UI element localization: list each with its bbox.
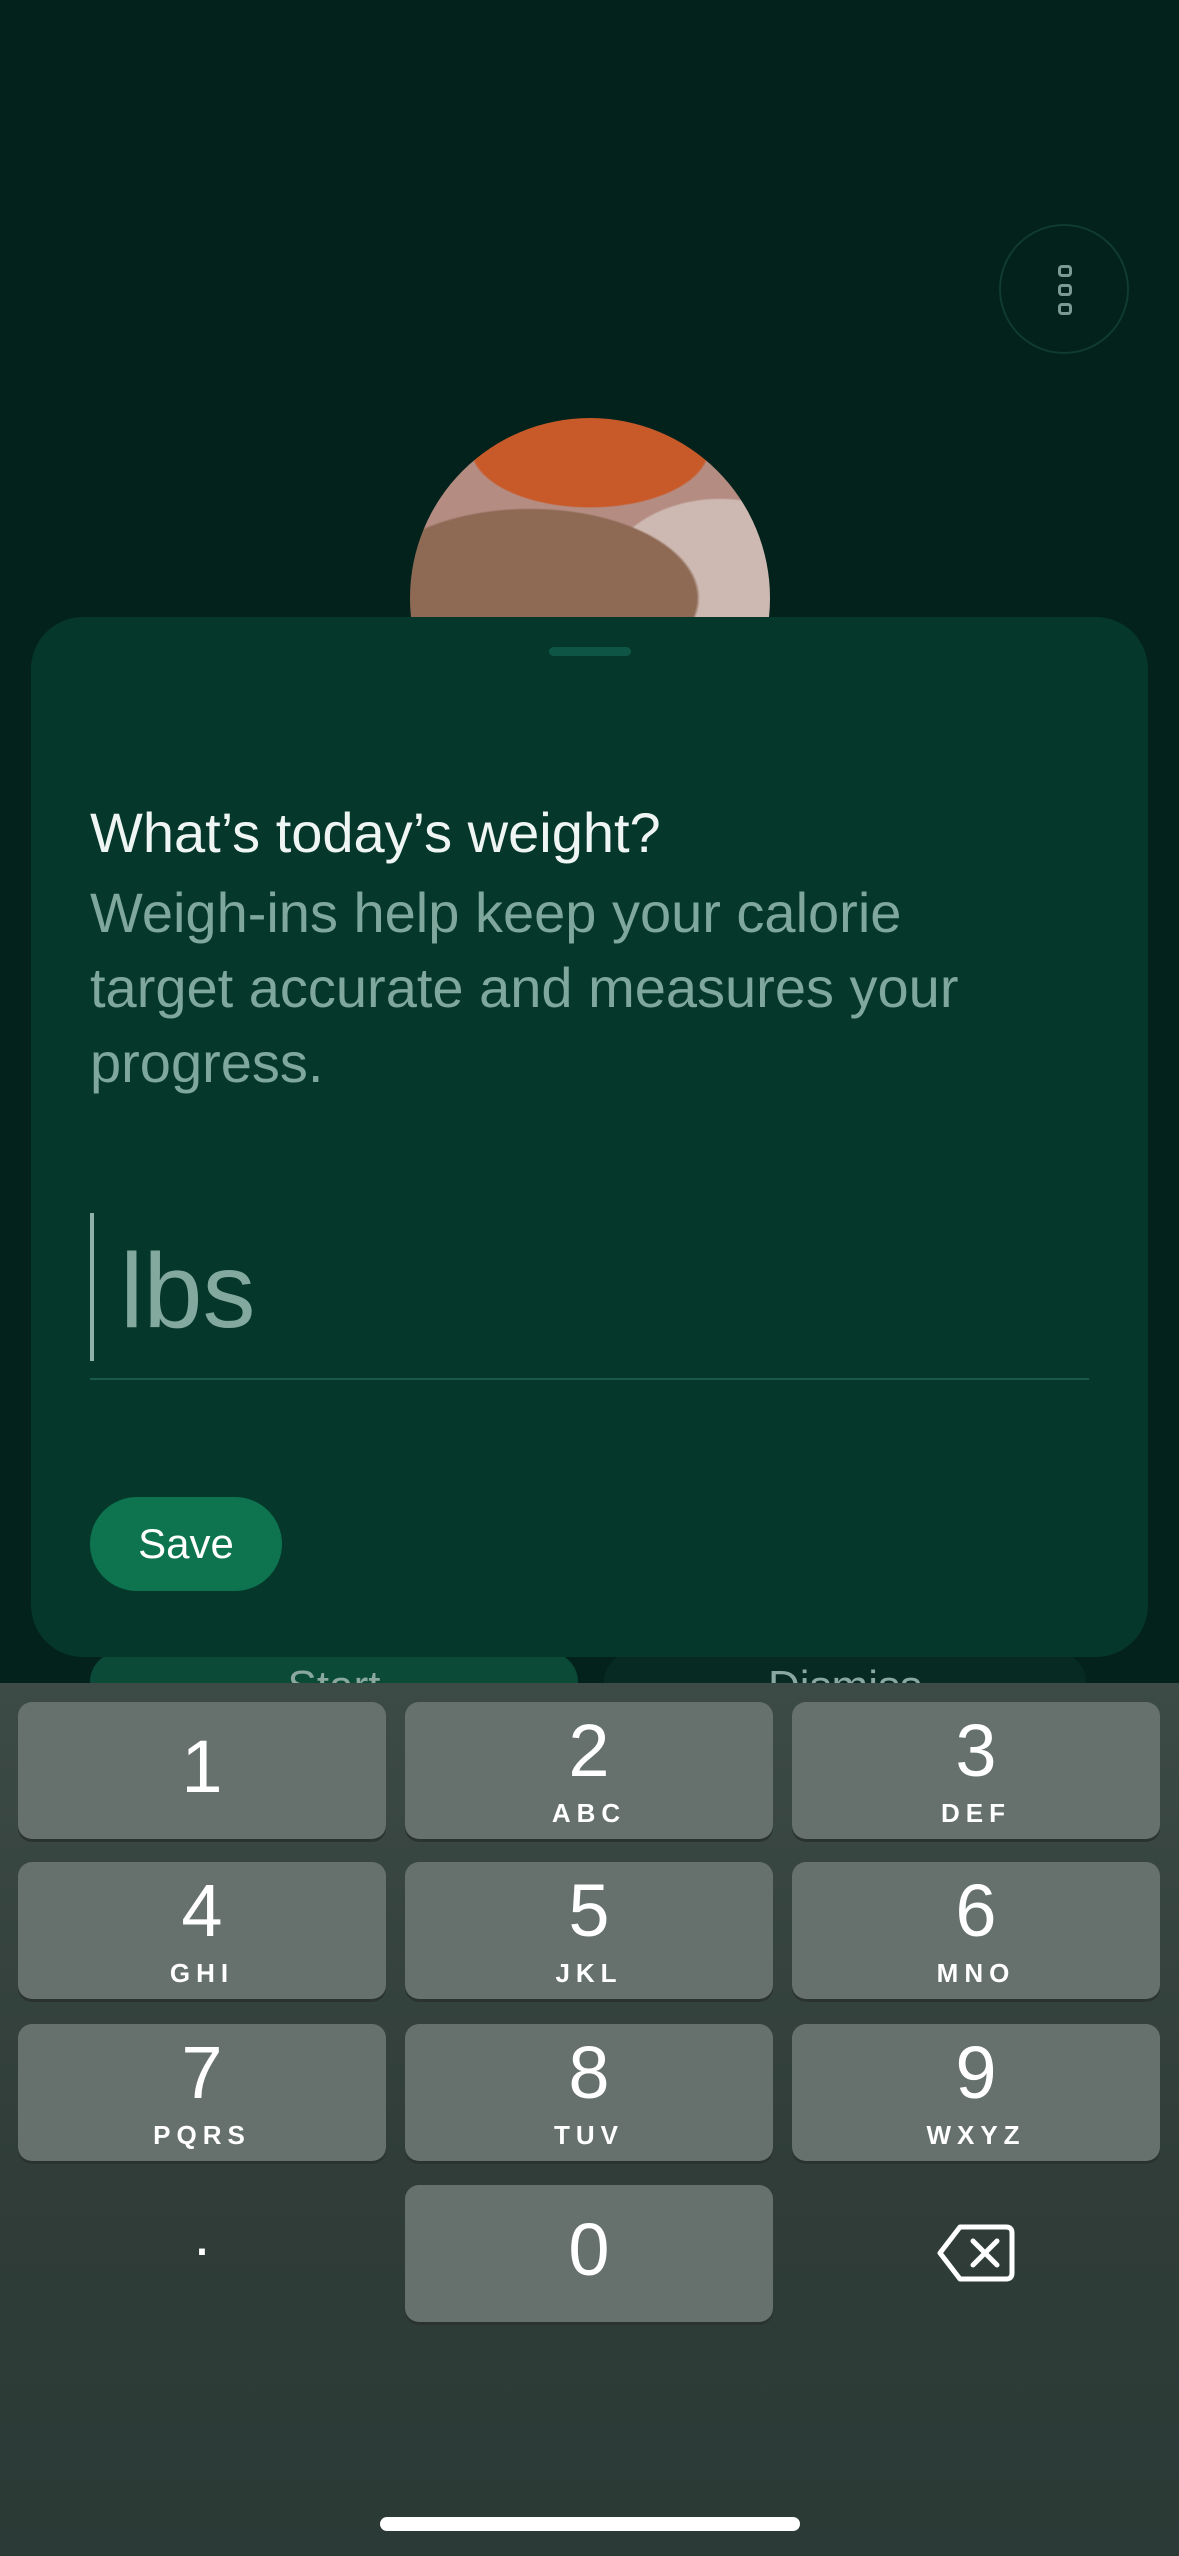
key-2[interactable]: 2 ABC (405, 1702, 773, 1839)
key-letters: PQRS (153, 2120, 251, 2150)
key-digit: 2 (568, 1709, 610, 1792)
key-letters: JKL (555, 1958, 623, 1988)
backspace-icon (937, 2224, 1015, 2282)
home-indicator[interactable] (380, 2517, 800, 2531)
key-digit: 3 (955, 1709, 997, 1792)
key-0[interactable]: 0 (405, 2185, 773, 2322)
weigh-in-sheet: What’s today’s weight? Weigh-ins help ke… (31, 617, 1148, 1657)
key-letters: WXYZ (926, 2120, 1026, 2150)
key-9[interactable]: 9 WXYZ (792, 2024, 1160, 2161)
weight-input[interactable] (120, 1231, 1020, 1351)
key-digit: 9 (955, 2031, 997, 2114)
key-letters: MNO (936, 1958, 1016, 1988)
key-3[interactable]: 3 DEF (792, 1702, 1160, 1839)
key-digit: 6 (955, 1869, 997, 1952)
save-button[interactable]: Save (90, 1497, 282, 1591)
key-letters: DEF (941, 1798, 1011, 1828)
key-decimal[interactable]: . (18, 2185, 386, 2322)
key-letters: TUV (554, 2120, 624, 2150)
key-digit: 4 (181, 1869, 223, 1952)
key-8[interactable]: 8 TUV (405, 2024, 773, 2161)
key-digit: 7 (181, 2031, 223, 2114)
key-digit: 0 (568, 2208, 610, 2291)
key-4[interactable]: 4 GHI (18, 1862, 386, 1999)
key-letters: GHI (169, 1958, 235, 1988)
key-digit: 1 (181, 1725, 223, 1808)
key-6[interactable]: 6 MNO (792, 1862, 1160, 1999)
weight-field[interactable] (90, 1213, 1089, 1380)
key-digit: 5 (568, 1869, 610, 1952)
more-options-button[interactable] (999, 224, 1129, 354)
delete-key[interactable] (792, 2185, 1160, 2322)
sheet-title: What’s today’s weight? (90, 801, 661, 864)
key-7[interactable]: 7 PQRS (18, 2024, 386, 2161)
key-1[interactable]: 1 (18, 1702, 386, 1839)
key-5[interactable]: 5 JKL (405, 1862, 773, 1999)
text-cursor (90, 1213, 94, 1361)
sheet-subtitle: Weigh-ins help keep your calorie target … (90, 881, 959, 1094)
key-letters: ABC (551, 1798, 627, 1828)
sheet-grabber[interactable] (549, 647, 631, 656)
key-digit: 8 (568, 2031, 610, 2114)
